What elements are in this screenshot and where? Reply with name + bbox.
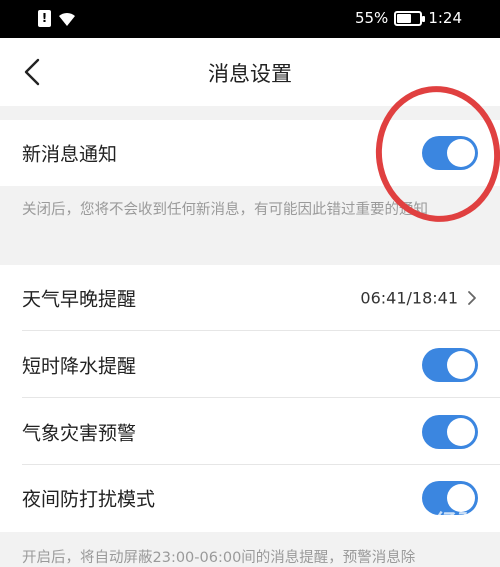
rain-reminder-toggle[interactable] [422, 348, 478, 382]
row-divider [22, 397, 500, 398]
status-icons-right: 55% 1:24 [355, 9, 462, 27]
toggle-knob [447, 418, 475, 446]
wifi-icon [59, 12, 75, 26]
battery-icon [394, 10, 426, 26]
status-icons-left: ! [38, 10, 77, 27]
disaster-warning-row: 气象灾害预警 [0, 399, 500, 465]
alert-icon: ! [38, 10, 51, 27]
settings-card: 天气早晚提醒 06:41/18:41 短时降水提醒 气象灾害预警 夜间防打扰模式 [0, 265, 500, 532]
rain-reminder-label: 短时降水提醒 [22, 355, 137, 378]
weather-reminder-value: 06:41/18:41 [360, 288, 458, 308]
battery-percent: 55% [354, 9, 389, 27]
chevron-right-icon [468, 291, 476, 305]
watermark: Bai 经验 [380, 511, 477, 536]
page-title: 消息设置 [208, 62, 292, 86]
weather-reminder-label: 天气早晚提醒 [22, 288, 137, 311]
disaster-warning-toggle[interactable] [422, 415, 478, 449]
night-mode-label: 夜间防打扰模式 [22, 488, 156, 511]
status-bar: ! 55% 1:24 [0, 0, 500, 38]
row-divider [22, 330, 500, 331]
battery-fill [397, 13, 411, 23]
rain-reminder-row: 短时降水提醒 [0, 332, 500, 398]
new-message-label: 新消息通知 [22, 143, 118, 166]
clock: 1:24 [428, 9, 462, 27]
toggle-knob [447, 351, 475, 379]
night-mode-description: 开启后，将自动屏蔽23:00-06:00间的消息提醒，预警消息除 [22, 550, 416, 566]
disaster-warning-label: 气象灾害预警 [22, 422, 137, 445]
weather-reminder-row[interactable]: 天气早晚提醒 06:41/18:41 [0, 265, 500, 331]
